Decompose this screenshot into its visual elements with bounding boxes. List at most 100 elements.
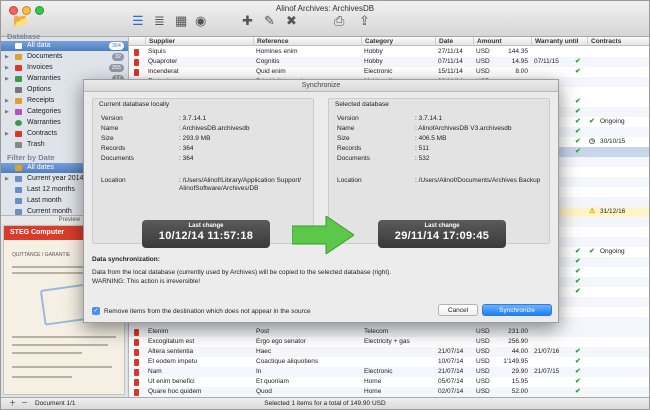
preview-doc-line [12,344,108,346]
check-icon: ✔ [575,258,581,265]
sidebar-item-label: Receipts [27,97,55,104]
sidebar-item-label: Warranties [27,119,61,126]
cell-category: Electronic [364,68,393,75]
contract-date: 30/10/15 [600,138,626,145]
cell-date: 10/07/14 [438,358,464,365]
add-icon[interactable]: ✚ [242,14,253,28]
check-icon: ✔ [575,118,581,125]
print-icon[interactable]: ⎙ [334,14,344,28]
cell-category: Home [364,388,382,395]
count-badge: 255 [108,64,124,72]
selected-last-change-box: Last change 29/11/14 17:09:45 [378,220,506,248]
contract-status: Ongoing [600,248,625,255]
table-row[interactable]: Quaproter Cognitis Hobby 07/11/14 USD 14.95 07… [129,57,649,67]
table-row[interactable]: Excogitatum est Ergo ego senator Electrici… [129,337,649,347]
sidebar-item-invoices[interactable]: ▶ Invoices 255 [1,63,128,73]
sidebar-item-label: Contracts [27,130,57,137]
preview-eye-icon[interactable]: ◉ [195,14,206,28]
cancel-button[interactable]: Cancel [438,304,478,316]
column-supplier[interactable]: Supplier [145,37,253,46]
column-amount[interactable]: Amount [473,37,531,46]
check-icon: ✔ [575,58,581,65]
remove-items-checkbox[interactable]: ✓ [92,307,100,315]
synchronize-button[interactable]: Synchronize [482,304,552,316]
view-columns-icon[interactable]: ☰ [132,14,144,28]
view-list-icon[interactable]: ≣ [154,14,165,28]
disclosure-triangle-icon[interactable]: ▶ [5,174,9,184]
value: : 364 [179,145,194,152]
label: Name [337,125,355,132]
disclosure-triangle-icon[interactable]: ▶ [5,96,9,106]
table-row[interactable]: Et eodem impetu Coactique aliquotiens 10/0… [129,357,649,367]
column-date[interactable]: Date [435,37,473,46]
column-category[interactable]: Category [361,37,435,46]
disclosure-triangle-icon[interactable]: ▶ [5,107,9,117]
sidebar-item-label: All data [27,42,51,49]
cell-warranty: 07/11/15 [534,58,559,65]
invoice-icon [134,389,139,396]
check-icon: ✔ [575,248,581,255]
cell-warranty [531,47,575,57]
invoice-icon [15,65,22,71]
sidebar-item-all-data[interactable]: All data 364 [1,41,128,51]
column-reference[interactable]: Reference [253,37,361,46]
cell-warranty [531,357,575,367]
table-row[interactable]: Altera sententia Haec 21/07/14 USD 44.00 21/0… [129,347,649,357]
invoice-icon [134,69,139,76]
folder-open-icon[interactable]: 📂 [13,14,29,28]
share-icon[interactable]: ⇪ [359,14,370,28]
table-row[interactable]: Incenderat Quid enim Electronic 15/11/14 USD… [129,67,649,77]
disclosure-triangle-icon[interactable]: ▶ [5,74,9,84]
label: Version [101,115,123,122]
label: Location [101,177,126,184]
filter-label: Current year 2014 [27,175,84,182]
invoice-icon [134,339,139,346]
cell-currency: USD [476,378,490,385]
local-panel-title: Current database locally [99,101,170,108]
cell-currency: USD [476,368,490,375]
disclosure-triangle-icon[interactable]: ▶ [5,129,9,139]
calendar-icon [15,176,22,182]
filter-label: Last month [27,197,62,204]
table-row[interactable]: Etenim Post Telecom USD 231.00 [129,327,649,337]
preview-doc-line [12,376,72,378]
delete-icon[interactable]: ✖ [286,14,297,28]
table-row[interactable]: Quare hoc quidem Quod Home 02/07/14 USD 52.00… [129,387,649,397]
cell-date: 02/07/14 [438,388,464,395]
table-row[interactable]: Nam In Electronic 21/07/14 USD 29.90 21/07/15 ✔ [129,367,649,377]
cell-warranty [531,327,575,337]
sync-header: Data synchronization: [92,256,160,263]
options-icon [15,87,22,93]
synchronize-dialog: Synchronize Current database locally Ver… [83,79,559,323]
check-icon: ✔ [589,118,595,125]
column-warranty-until[interactable]: Warranty until [531,37,587,46]
label: Records [337,145,362,152]
table-row[interactable]: Siquis Homines enim Hobby 27/11/14 USD 144.35 [129,47,649,57]
cell-category [361,347,435,357]
disclosure-triangle-icon[interactable]: ▶ [5,63,9,73]
cell-amount: 231.00 [508,328,528,335]
check-icon: ✔ [575,268,581,275]
value: : ArchivesDB.archivesdb [179,125,250,132]
edit-pencil-icon[interactable]: ✎ [264,14,275,28]
cell-warranty [531,377,575,387]
sidebar-item-documents[interactable]: ▶ Documents 32 [1,52,128,62]
preview-doc-line [12,366,112,368]
cell-category: Hobby [364,58,383,65]
label: Name [101,125,119,132]
last-change-label: Last change [424,223,460,229]
check-icon: ✔ [575,368,581,375]
view-grid-icon[interactable]: ▦ [175,14,187,28]
table-row[interactable]: Ut enim benefici Et quoniam Home 05/07/14 US… [129,377,649,387]
database-header: Database [7,32,41,41]
cell-currency: USD [476,358,490,365]
value: : 532 [415,155,430,162]
disclosure-triangle-icon[interactable]: ▶ [5,52,9,62]
check-icon: ✔ [575,128,581,135]
column-contracts[interactable]: Contracts [587,37,649,46]
label: Location [337,177,362,184]
folder-icon [15,54,22,60]
table-header: Supplier Reference Category Date Amount … [129,37,649,46]
count-badge: 364 [108,42,124,50]
check-icon: ✔ [575,348,581,355]
